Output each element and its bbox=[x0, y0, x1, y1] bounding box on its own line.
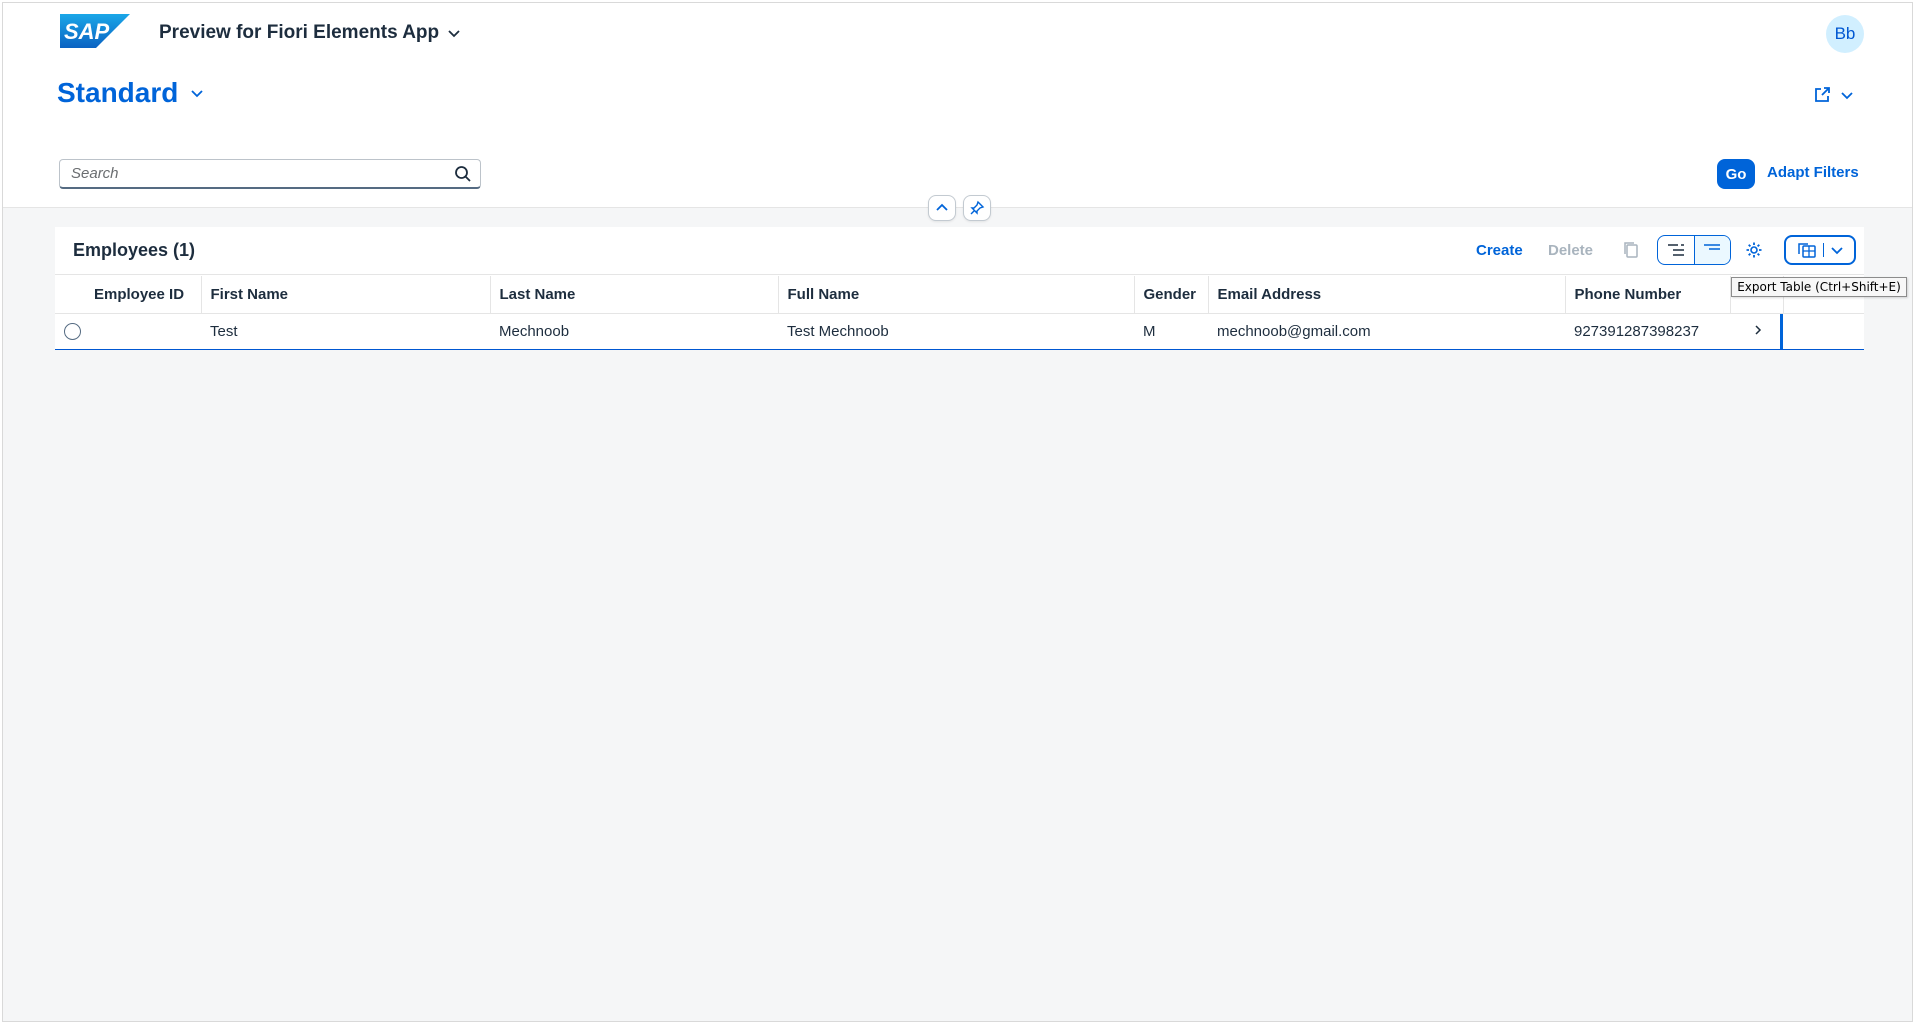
row-selector-cell bbox=[55, 313, 85, 350]
employees-table: Employee ID First Name Last Name Full Na… bbox=[55, 276, 1864, 350]
cell-phone: 927391287398237 bbox=[1565, 313, 1730, 350]
chevron-right-icon bbox=[1755, 324, 1762, 335]
employees-table-card: Employees (1) Create Delete Employee ID … bbox=[55, 227, 1864, 350]
column-header-gender[interactable]: Gender bbox=[1134, 276, 1209, 314]
chevron-up-icon bbox=[936, 203, 948, 211]
expand-rows-button[interactable] bbox=[1658, 236, 1694, 264]
pin-icon bbox=[970, 200, 985, 215]
column-header-full-name[interactable]: Full Name bbox=[778, 276, 1135, 314]
avatar-initials: Bb bbox=[1834, 24, 1856, 43]
share-icon bbox=[1815, 87, 1830, 102]
table-header-row: Employee ID First Name Last Name Full Na… bbox=[55, 276, 1864, 314]
sap-logo[interactable]: SAP bbox=[60, 14, 130, 48]
chevron-down-icon bbox=[1830, 247, 1843, 255]
avatar[interactable]: Bb bbox=[1826, 15, 1864, 53]
app-title-menu[interactable]: Preview for Fiori Elements App bbox=[159, 22, 461, 44]
variant-management[interactable]: Standard bbox=[57, 77, 204, 109]
table-title: Employees (1) bbox=[73, 240, 196, 260]
column-header-email[interactable]: Email Address bbox=[1208, 276, 1566, 314]
cell-employee-id bbox=[85, 313, 201, 350]
adapt-filters-button[interactable]: Adapt Filters bbox=[1767, 164, 1859, 181]
chevron-down-icon bbox=[191, 90, 203, 98]
row-display-segmented-button bbox=[1657, 235, 1731, 265]
create-button[interactable]: Create bbox=[1476, 242, 1523, 259]
navigated-indicator bbox=[1780, 313, 1783, 348]
search-field[interactable] bbox=[59, 159, 481, 189]
list-condensed-icon bbox=[1704, 244, 1721, 250]
list-expand-icon bbox=[1667, 244, 1684, 256]
gear-icon bbox=[1746, 242, 1762, 258]
cell-email: mechnoob@gmail.com bbox=[1208, 313, 1565, 350]
filler-cell bbox=[1783, 313, 1864, 350]
collapse-header-button[interactable] bbox=[928, 195, 956, 221]
copy-button[interactable] bbox=[1619, 235, 1643, 265]
row-navigation-cell[interactable] bbox=[1730, 313, 1783, 350]
cell-first-name: Test bbox=[201, 313, 490, 350]
column-header-first-name[interactable]: First Name bbox=[201, 276, 491, 314]
app-title: Preview for Fiori Elements App bbox=[159, 22, 440, 43]
selection-column-header bbox=[55, 276, 85, 314]
share-button[interactable] bbox=[1812, 85, 1854, 105]
cell-gender: M bbox=[1134, 313, 1208, 350]
settings-button[interactable] bbox=[1739, 235, 1769, 265]
excel-export-icon bbox=[1797, 243, 1816, 258]
copy-icon bbox=[1624, 242, 1638, 258]
chevron-down-icon bbox=[1841, 92, 1853, 100]
condensed-rows-button[interactable] bbox=[1693, 236, 1730, 264]
page-header: SAP Preview for Fiori Elements App Bb St… bbox=[3, 3, 1912, 208]
divider bbox=[1822, 243, 1824, 257]
column-header-last-name[interactable]: Last Name bbox=[490, 276, 779, 314]
row-select-radio[interactable] bbox=[64, 322, 81, 340]
export-tooltip: Export Table (Ctrl+Shift+E) bbox=[1731, 277, 1907, 297]
variant-title: Standard bbox=[57, 77, 179, 108]
column-header-employee-id[interactable]: Employee ID bbox=[85, 276, 202, 314]
cell-full-name: Test Mechnoob bbox=[778, 313, 1134, 350]
table-toolbar: Employees (1) Create Delete bbox=[55, 227, 1864, 275]
chevron-down-icon bbox=[448, 30, 460, 38]
sap-logo-text: SAP bbox=[64, 19, 110, 44]
search-input[interactable] bbox=[60, 160, 446, 187]
delete-button[interactable]: Delete bbox=[1548, 242, 1593, 259]
pin-header-button[interactable] bbox=[963, 195, 991, 221]
column-header-phone[interactable]: Phone Number bbox=[1565, 276, 1731, 314]
app-frame: SAP Preview for Fiori Elements App Bb St… bbox=[2, 2, 1913, 1022]
cell-last-name: Mechnoob bbox=[490, 313, 778, 350]
go-button[interactable]: Go bbox=[1717, 159, 1755, 189]
table-row[interactable]: Test Mechnoob Test Mechnoob M mechnoob@g… bbox=[55, 313, 1864, 350]
export-table-button[interactable] bbox=[1784, 235, 1856, 265]
search-icon[interactable] bbox=[446, 165, 480, 183]
